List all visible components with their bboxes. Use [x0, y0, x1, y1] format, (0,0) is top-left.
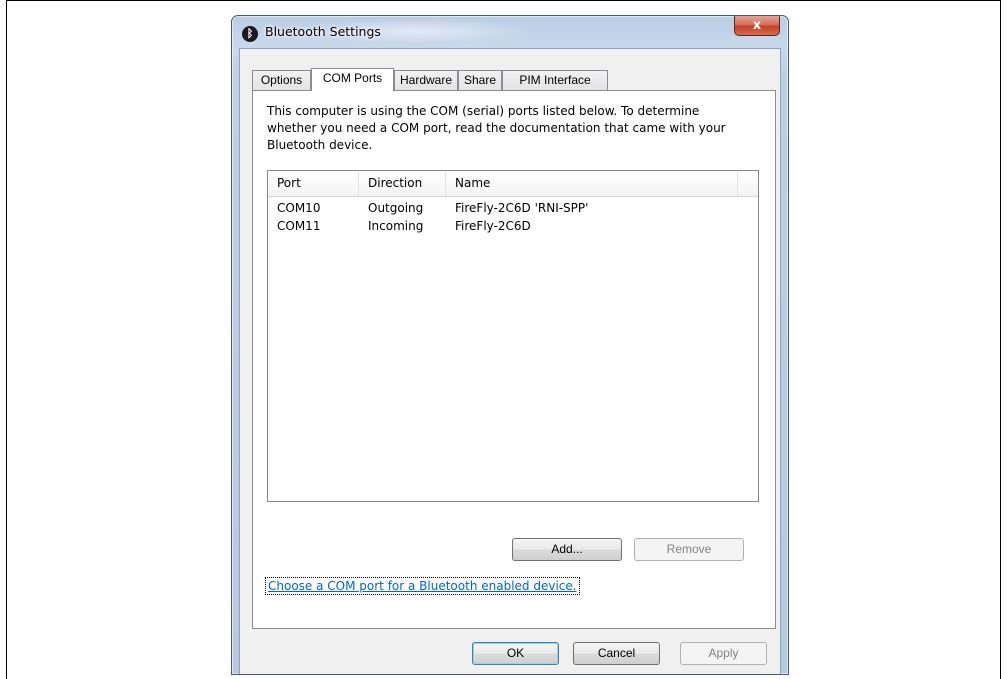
close-button[interactable]: x — [734, 16, 780, 36]
name-cell: FireFly-2C6D — [455, 219, 531, 233]
list-header: Port Direction Name — [268, 171, 758, 197]
direction-cell: Outgoing — [368, 201, 424, 215]
title-bar[interactable]: ᛒ Bluetooth Settings x — [232, 16, 788, 48]
direction-cell: Incoming — [368, 219, 424, 233]
bluetooth-icon: ᛒ — [242, 26, 258, 42]
add-button[interactable]: Add... — [512, 538, 622, 561]
remove-button[interactable]: Remove — [634, 538, 744, 561]
tab-com-ports[interactable]: COM Ports — [311, 68, 394, 91]
bluetooth-settings-dialog: ᛒ Bluetooth Settings x Options COM Ports… — [231, 15, 789, 675]
table-row[interactable]: COM11 Incoming FireFly-2C6D — [268, 217, 758, 235]
tab-options[interactable]: Options — [252, 70, 311, 90]
column-header-direction[interactable]: Direction — [359, 171, 446, 196]
tab-hardware[interactable]: Hardware — [394, 70, 458, 90]
name-cell: FireFly-2C6D 'RNI-SPP' — [455, 201, 589, 215]
com-ports-list[interactable]: Port Direction Name COM10 Outgoing FireF… — [267, 170, 759, 502]
port-cell: COM11 — [277, 219, 321, 233]
com-ports-panel: This computer is using the COM (serial) … — [252, 90, 776, 629]
column-header-port[interactable]: Port — [268, 171, 359, 196]
dialog-client-area: Options COM Ports Hardware Share PIM Int… — [239, 48, 781, 674]
window-title: Bluetooth Settings — [265, 24, 381, 39]
choose-com-port-link[interactable]: Choose a COM port for a Bluetooth enable… — [265, 577, 580, 595]
column-header-name[interactable]: Name — [446, 171, 738, 196]
cancel-button[interactable]: Cancel — [573, 642, 660, 665]
port-cell: COM10 — [277, 201, 321, 215]
table-row[interactable]: COM10 Outgoing FireFly-2C6D 'RNI-SPP' — [268, 199, 758, 217]
com-ports-description: This computer is using the COM (serial) … — [267, 104, 726, 152]
tab-share[interactable]: Share — [458, 70, 502, 90]
ok-button[interactable]: OK — [472, 642, 559, 665]
tab-pim-interface[interactable]: PIM Interface — [502, 70, 608, 90]
apply-button[interactable]: Apply — [680, 642, 767, 665]
